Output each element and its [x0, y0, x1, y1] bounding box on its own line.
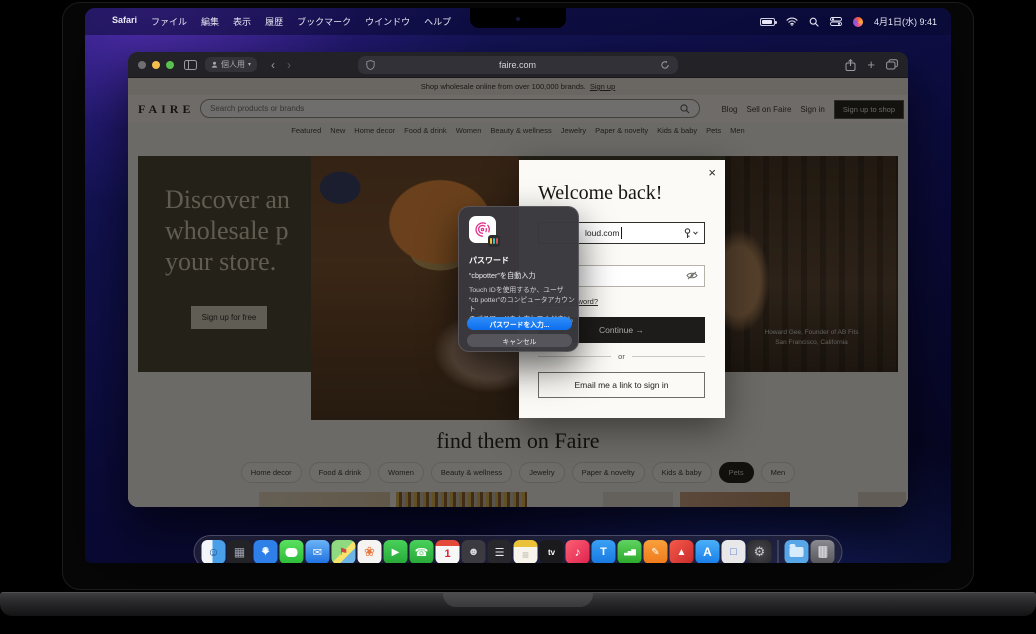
camera-dot [516, 17, 520, 21]
window-close-button[interactable] [138, 61, 146, 69]
music-dock-icon[interactable]: ♪ [566, 540, 590, 563]
cancel-button[interactable]: キャンセル [467, 334, 572, 347]
password-autofill-key-icon[interactable] [683, 228, 698, 239]
macbook-screenshot: Safariファイル編集表示履歴ブックマークウインドウヘルプ 4月1日(水) 9… [0, 0, 1036, 634]
reload-icon[interactable] [660, 60, 670, 70]
rocket-dock-icon[interactable]: ▲ [670, 540, 694, 563]
spotlight-search-icon[interactable] [809, 17, 819, 27]
tv-dock-icon[interactable]: tv [540, 540, 564, 563]
sidebar-toggle-icon[interactable] [184, 60, 197, 70]
dock-separator [778, 540, 779, 563]
books-dock-icon[interactable]: □ [722, 540, 746, 563]
safari-profile-switcher[interactable]: 個人用 ▾ [205, 57, 257, 72]
back-button[interactable]: ‹ [265, 58, 281, 72]
phone-dock-icon[interactable]: ☎ [410, 540, 434, 563]
menu-item-1[interactable]: ファイル [144, 15, 194, 28]
close-icon[interactable]: × [708, 165, 716, 180]
calendar-dock-icon[interactable]: 1 [436, 540, 460, 563]
menu-bar-apps: Safariファイル編集表示履歴ブックマークウインドウヘルプ [105, 15, 458, 28]
reminders-dock-icon[interactable]: ☰ [488, 540, 512, 563]
text-caret [621, 227, 622, 239]
wifi-icon[interactable] [786, 17, 798, 26]
pages-dock-icon[interactable]: ✎ [644, 540, 668, 563]
safari-dock-icon[interactable]: ✦ [254, 540, 278, 563]
address-bar[interactable]: faire.com [358, 56, 678, 74]
modal-title: Welcome back! [538, 182, 662, 205]
person-icon [211, 61, 218, 68]
menu-item-6[interactable]: ウインドウ [358, 15, 417, 28]
privacy-shield-icon[interactable] [366, 60, 375, 70]
dock: ☺▦✦ ✉⚑❀▶☎1☻☰≡tv♪T▃▅▇✎▲A□⚙ [194, 535, 843, 563]
window-minimize-button[interactable] [152, 61, 160, 69]
downloads-dock-icon[interactable] [785, 540, 809, 563]
contacts-dock-icon[interactable]: ☻ [462, 540, 486, 563]
chevron-down-icon [693, 231, 698, 235]
control-center-icon[interactable] [830, 17, 842, 26]
mail-dock-icon[interactable]: ✉ [306, 540, 330, 563]
chevron-down-icon: ▾ [248, 61, 251, 68]
settings-dock-icon[interactable]: ⚙ [748, 540, 772, 563]
laptop-lid-scoop [443, 592, 593, 607]
enter-password-button[interactable]: パスワードを入力... [467, 317, 572, 330]
email-value: loud.com [585, 228, 620, 238]
or-divider: or [538, 352, 705, 361]
tab-overview-icon[interactable] [886, 59, 898, 70]
touch-id-fingerprint-icon [469, 216, 496, 243]
trash-dock-icon[interactable] [811, 540, 835, 563]
touch-id-title: パスワード [469, 255, 509, 266]
menu-item-2[interactable]: 編集 [194, 15, 226, 28]
share-icon[interactable] [845, 59, 856, 71]
show-password-eye-icon[interactable] [686, 267, 698, 285]
keynote-dock-icon[interactable]: T [592, 540, 616, 563]
menu-item-7[interactable]: ヘルプ [417, 15, 458, 28]
battery-icon[interactable] [760, 18, 775, 26]
window-zoom-button[interactable] [166, 61, 174, 69]
notes-dock-icon[interactable]: ≡ [514, 540, 538, 563]
messages-dock-icon[interactable] [280, 540, 304, 563]
menu-item-0[interactable]: Safari [105, 15, 144, 28]
numbers-dock-icon[interactable]: ▃▅▇ [618, 540, 642, 563]
menu-item-4[interactable]: 履歴 [258, 15, 290, 28]
touch-id-dialog: パスワード “cbpotter”を自動入力 Touch IDを使用するか、ユーザ… [458, 206, 579, 352]
forward-button[interactable]: › [281, 58, 297, 72]
menu-item-5[interactable]: ブックマーク [290, 15, 358, 28]
menu-item-3[interactable]: 表示 [226, 15, 258, 28]
safari-toolbar: 個人用 ▾ ‹ › faire.com + [128, 52, 908, 78]
display-notch [470, 8, 566, 28]
app-store-dock-icon[interactable]: A [696, 540, 720, 563]
profile-label: 個人用 [221, 59, 245, 70]
maps-dock-icon[interactable]: ⚑ [332, 540, 356, 563]
email-link-sign-in-button[interactable]: Email me a link to sign in [538, 372, 705, 398]
finder-dock-icon[interactable]: ☺ [202, 540, 226, 563]
keychain-badge-icon [488, 235, 500, 247]
touch-id-subtitle: “cbpotter”を自動入力 [469, 271, 536, 281]
photos-dock-icon[interactable]: ❀ [358, 540, 382, 563]
new-tab-icon[interactable]: + [867, 58, 875, 71]
menu-bar-clock[interactable]: 4月1日(水) 9:41 [874, 15, 937, 28]
url-text: faire.com [375, 60, 660, 70]
launchpad-dock-icon[interactable]: ▦ [228, 540, 252, 563]
facetime-dock-icon[interactable]: ▶ [384, 540, 408, 563]
siri-icon[interactable] [853, 17, 863, 27]
